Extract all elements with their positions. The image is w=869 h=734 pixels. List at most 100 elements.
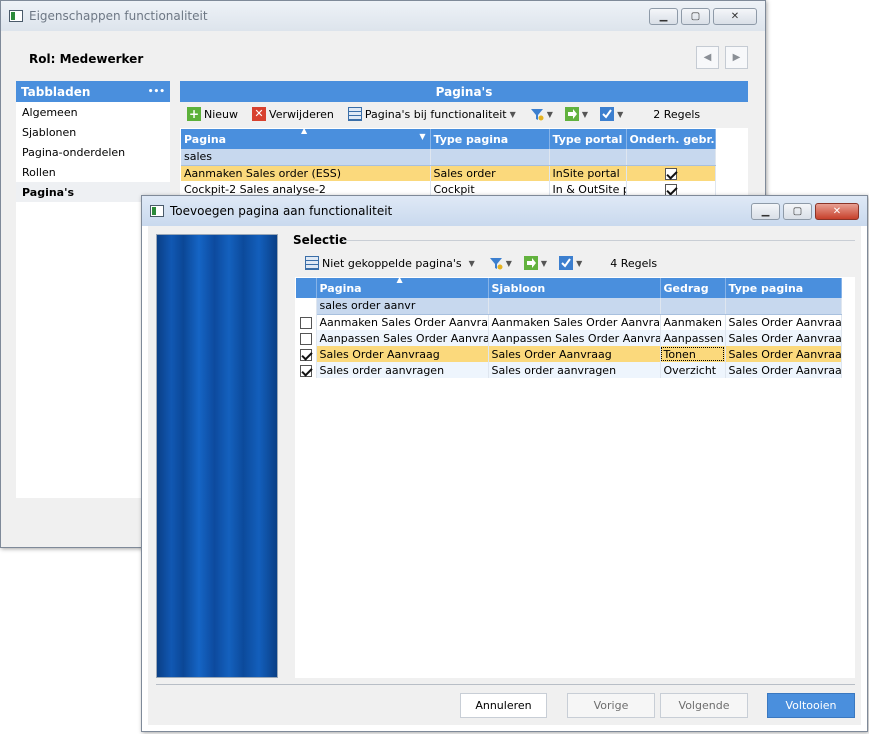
- filter-input[interactable]: [430, 149, 550, 166]
- new-button[interactable]: + Nieuw: [185, 107, 240, 121]
- column-header-label: Pagina: [184, 132, 227, 146]
- cell-type[interactable]: Sales Order Aanvraag: [725, 346, 842, 362]
- goto-button[interactable]: ▼: [522, 256, 549, 270]
- check-button[interactable]: ▼: [598, 107, 625, 121]
- close-button[interactable]: ✕: [815, 203, 859, 220]
- next-button-label: Volgende: [678, 699, 730, 712]
- cell-pagina[interactable]: Aanmaken Sales Order Aanvraag: [316, 314, 489, 330]
- table-row[interactable]: Aanmaken Sales Order Aanvraag Aanmaken S…: [296, 314, 842, 330]
- checkbox[interactable]: [299, 332, 312, 345]
- checkbox[interactable]: [664, 183, 677, 196]
- cancel-button[interactable]: Annuleren: [460, 693, 547, 718]
- new-button-label: Nieuw: [204, 107, 239, 121]
- chevron-down-icon: ▼: [581, 109, 589, 119]
- tab-pagina-onderdelen[interactable]: Pagina-onderdelen: [16, 142, 170, 162]
- column-header-onderh-gebr[interactable]: Onderh. gebr.: [626, 129, 716, 149]
- cell-pagina[interactable]: Aanmaken Sales order (ESS): [181, 165, 431, 181]
- chevron-down-icon[interactable]: ▼: [419, 132, 425, 141]
- next-button[interactable]: Volgende: [660, 693, 748, 718]
- chevron-down-icon: ▼: [505, 258, 512, 268]
- dialog-titlebar[interactable]: Toevoegen pagina aan functionaliteit ▁ ▢…: [142, 196, 867, 226]
- column-header-sjabloon[interactable]: Sjabloon: [488, 278, 661, 298]
- filter-input[interactable]: [725, 298, 842, 315]
- filter-input[interactable]: [549, 149, 627, 166]
- cell-checkbox[interactable]: [296, 314, 317, 330]
- filter-input[interactable]: [660, 298, 726, 315]
- tab-sjablonen[interactable]: Sjablonen: [16, 122, 170, 142]
- goto-button[interactable]: ▼: [563, 107, 590, 121]
- cell-checkbox[interactable]: [626, 165, 716, 181]
- unlinked-pages-dropdown[interactable]: Niet gekoppelde pagina's ▼: [303, 256, 477, 270]
- cell-type[interactable]: Sales Order Aanvraag: [725, 314, 842, 330]
- unlinked-pages-table: Pagina ▲ Sjabloon Gedrag Type pagina sal…: [296, 278, 842, 378]
- column-header-type-portal[interactable]: Type portal: [549, 129, 627, 149]
- window-icon: [150, 205, 164, 217]
- column-header-type-pagina[interactable]: Type pagina: [430, 129, 550, 149]
- cell-pagina[interactable]: Sales order aanvragen: [316, 362, 489, 378]
- next-record-button[interactable]: ▶: [725, 46, 748, 69]
- checkbox[interactable]: [299, 348, 312, 361]
- column-header-type-pagina[interactable]: Type pagina: [725, 278, 842, 298]
- chevron-down-icon: ▼: [617, 109, 624, 119]
- column-header-pagina[interactable]: Pagina ▲: [316, 278, 489, 298]
- checkbox[interactable]: [299, 364, 312, 377]
- column-header-pagina[interactable]: Pagina ▲ ▼: [181, 129, 431, 149]
- cell-type[interactable]: Sales Order Aanvraag: [725, 330, 842, 346]
- tabs-header: Tabbladen •••: [16, 81, 170, 102]
- pages-dropdown-button[interactable]: Pagina's bij functionaliteit ▼: [346, 107, 518, 121]
- filter-input[interactable]: sales: [181, 149, 431, 166]
- filter-button[interactable]: ▼: [487, 256, 514, 270]
- minimize-button[interactable]: ▁: [751, 203, 780, 220]
- row-count: 4 Regels: [610, 256, 658, 270]
- cell-sjabloon[interactable]: Aanmaken Sales Order Aanvraag: [488, 314, 661, 330]
- table-icon: [305, 256, 319, 270]
- cell-sjabloon[interactable]: Sales Order Aanvraag: [488, 346, 661, 362]
- maximize-button[interactable]: ▢: [783, 203, 812, 220]
- checkbox[interactable]: [664, 167, 677, 180]
- cell-checkbox[interactable]: [296, 330, 317, 346]
- cell-gedrag[interactable]: Aanmaken: [660, 314, 726, 330]
- table-row[interactable]: Aanpassen Sales Order Aanvraag Aanpassen…: [296, 330, 842, 346]
- tabs-menu-icon[interactable]: •••: [148, 87, 165, 97]
- filter-input[interactable]: [626, 149, 716, 166]
- delete-button[interactable]: ✕ Verwijderen: [250, 107, 336, 121]
- filter-input[interactable]: sales order aanvr: [316, 298, 489, 315]
- tab-algemeen[interactable]: Algemeen: [16, 102, 170, 122]
- table-row[interactable]: Aanmaken Sales order (ESS) Sales order I…: [181, 165, 716, 181]
- finish-button[interactable]: Voltooien: [767, 693, 855, 718]
- cell-portal[interactable]: InSite portal: [549, 165, 627, 181]
- table-row[interactable]: Sales order aanvragen Sales order aanvra…: [296, 362, 842, 378]
- cell-gedrag[interactable]: Overzicht: [660, 362, 726, 378]
- filter-button[interactable]: ▼: [528, 107, 555, 121]
- minimize-button[interactable]: ▁: [649, 8, 678, 25]
- back-window-titlebar[interactable]: Eigenschappen functionaliteit ▁ ▢ ✕: [1, 1, 765, 31]
- filter-input[interactable]: [488, 298, 661, 315]
- cell-sjabloon[interactable]: Aanpassen Sales Order Aanvraag: [488, 330, 661, 346]
- cell-type[interactable]: Sales Order Aanvraag: [725, 362, 842, 378]
- cell-checkbox[interactable]: [296, 362, 317, 378]
- checkbox[interactable]: [299, 316, 312, 329]
- prev-record-button[interactable]: ◀: [696, 46, 719, 69]
- delete-button-label: Verwijderen: [269, 107, 334, 121]
- column-header-gedrag[interactable]: Gedrag: [660, 278, 726, 298]
- column-header-select[interactable]: [296, 278, 317, 298]
- previous-button-label: Vorige: [593, 699, 629, 712]
- tab-rollen[interactable]: Rollen: [16, 162, 170, 182]
- cell-type[interactable]: Sales order: [430, 165, 550, 181]
- cell-checkbox[interactable]: [296, 346, 317, 362]
- table-row[interactable]: Sales Order Aanvraag Sales Order Aanvraa…: [296, 346, 842, 362]
- cell-sjabloon[interactable]: Sales order aanvragen: [488, 362, 661, 378]
- filter-icon: [489, 256, 503, 270]
- check-button[interactable]: ▼: [557, 256, 584, 270]
- pages-header-label: Pagina's: [435, 84, 493, 99]
- cell-gedrag[interactable]: Tonen: [660, 346, 726, 362]
- chevron-down-icon: ▼: [509, 109, 516, 119]
- previous-button[interactable]: Vorige: [567, 693, 655, 718]
- close-button[interactable]: ✕: [713, 8, 757, 25]
- table-icon: [347, 107, 362, 121]
- maximize-button[interactable]: ▢: [681, 8, 710, 25]
- cell-gedrag[interactable]: Aanpassen: [660, 330, 726, 346]
- chevron-down-icon: ▼: [546, 109, 553, 119]
- cell-pagina[interactable]: Aanpassen Sales Order Aanvraag: [316, 330, 489, 346]
- cell-pagina[interactable]: Sales Order Aanvraag: [316, 346, 489, 362]
